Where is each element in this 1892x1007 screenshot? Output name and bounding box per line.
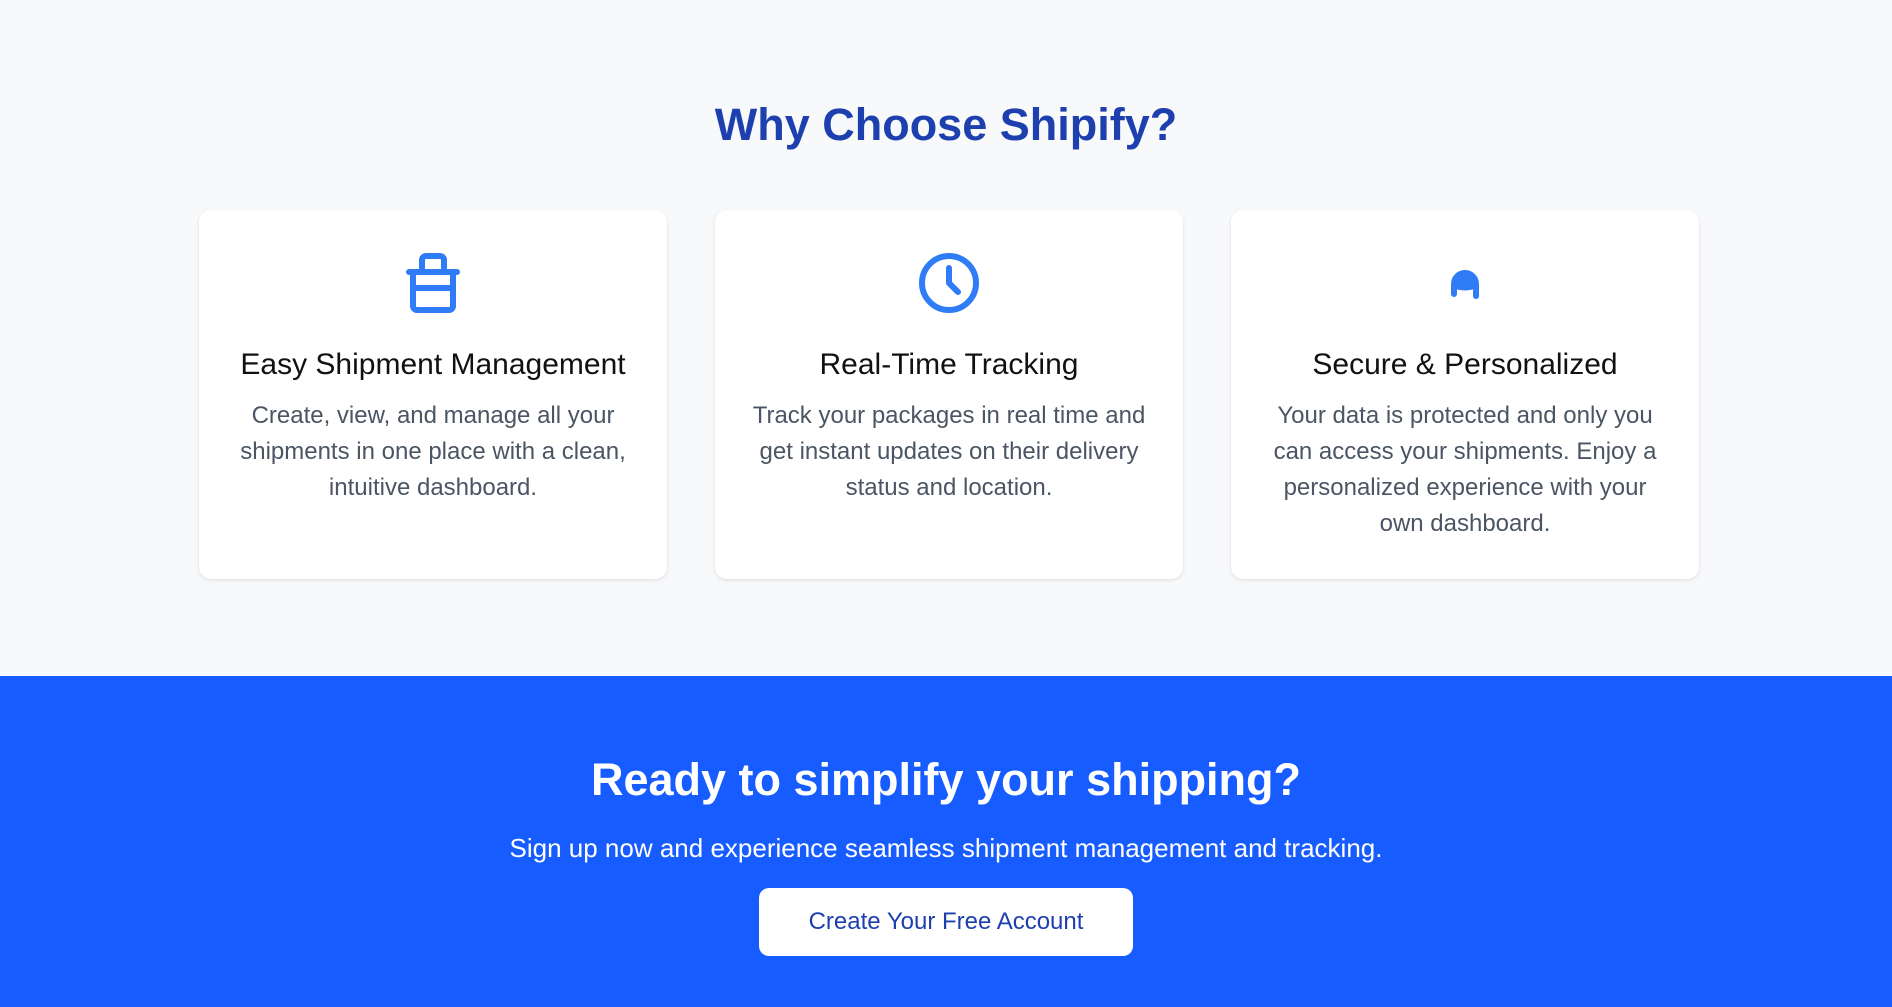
card-title: Real-Time Tracking [819, 348, 1079, 381]
cta-subtext: Sign up now and experience seamless ship… [509, 833, 1383, 863]
features-section: Why Choose Shipify? Easy Shipment Manage… [0, 0, 1892, 676]
feature-card-secure-personalized: Secure & Personalized Your data is prote… [1231, 210, 1699, 579]
features-title: Why Choose Shipify? [714, 99, 1178, 150]
create-account-button[interactable]: Create Your Free Account [759, 888, 1133, 956]
card-description: Create, view, and manage all your shipme… [240, 402, 626, 501]
feature-cards: Easy Shipment Management Create, view, a… [199, 210, 1699, 579]
shopping-basket-icon [398, 248, 468, 318]
user-lock-icon [1430, 248, 1500, 318]
card-description: Track your packages in real time and get… [752, 402, 1146, 501]
card-title: Secure & Personalized [1312, 348, 1618, 381]
signup-cta-section: Ready to simplify your shipping? Sign up… [0, 676, 1892, 1007]
cta-heading: Ready to simplify your shipping? [590, 754, 1302, 805]
feature-card-real-time-tracking: Real-Time Tracking Track your packages i… [715, 210, 1183, 579]
feature-card-shipment-management: Easy Shipment Management Create, view, a… [199, 210, 667, 579]
card-title: Easy Shipment Management [240, 348, 626, 381]
clock-icon [914, 248, 984, 318]
card-description: Your data is protected and only you can … [1273, 402, 1657, 537]
